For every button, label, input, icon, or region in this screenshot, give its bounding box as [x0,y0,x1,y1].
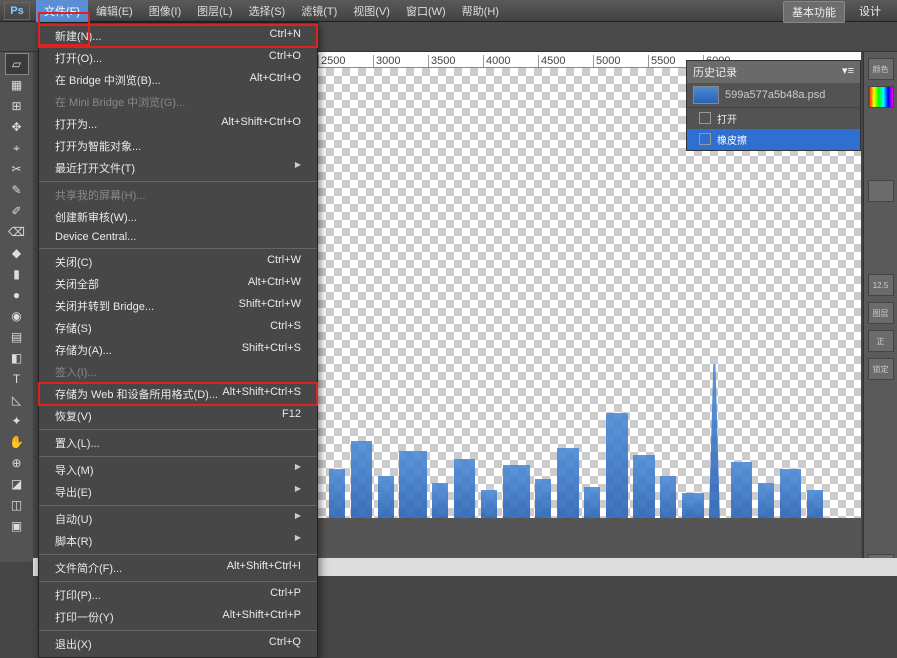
menuitem[interactable]: 存储为 Web 和设备所用格式(D)...Alt+Shift+Ctrl+S [39,383,317,405]
tool-crop[interactable]: ⌖ [6,138,28,158]
tool-path[interactable]: ◺ [6,390,28,410]
menu-filter[interactable]: 滤镜(T) [293,0,345,22]
skyline-image [318,378,861,518]
tool-history-brush[interactable]: ◆ [6,243,28,263]
menuitem[interactable]: 置入(L)... [39,432,317,454]
menuitem[interactable]: 打印(P)...Ctrl+P [39,584,317,606]
menuitem[interactable]: 最近打开文件(T) [39,157,317,179]
menu-edit[interactable]: 编辑(E) [88,0,141,22]
dock-normal[interactable]: 正 [868,330,894,352]
menu-select[interactable]: 选择(S) [241,0,294,22]
tool-zoom[interactable]: ⊕ [6,453,28,473]
menuitem[interactable]: 关闭并转到 Bridge...Shift+Ctrl+W [39,295,317,317]
history-header[interactable]: 历史记录 ▾≡ [687,61,860,83]
menuitem[interactable]: 存储为(A)...Shift+Ctrl+S [39,339,317,361]
dock-layers[interactable]: 图层 [868,302,894,324]
menuitem[interactable]: 自动(U) [39,508,317,530]
tool-marquee[interactable]: ▦ [6,75,28,95]
menu-help[interactable]: 帮助(H) [454,0,507,22]
tool-lasso[interactable]: ⊞ [6,96,28,116]
dock-zoom[interactable]: 12.5 [868,274,894,296]
tool-healing[interactable]: ✎ [6,180,28,200]
menuitem[interactable]: 导入(M) [39,459,317,481]
tool-stamp[interactable]: ⌫ [6,222,28,242]
menuitem[interactable]: 打开为...Alt+Shift+Ctrl+O [39,113,317,135]
tool-eraser[interactable]: ▮ [6,264,28,284]
tool-dodge[interactable]: ▤ [6,327,28,347]
dock-color[interactable]: 颜色 [868,58,894,80]
tool-type[interactable]: T [6,369,28,389]
tools-panel: ▱ ▦ ⊞ ✥ ⌖ ✂ ✎ ✐ ⌫ ◆ ▮ ● ◉ ▤ ◧ T ◺ ✦ ✋ ⊕ … [0,52,33,562]
menuitem[interactable]: 在 Bridge 中浏览(B)...Alt+Ctrl+O [39,69,317,91]
workspace-switcher: 基本功能 设计 [783,1,889,23]
menuitem[interactable]: 存储(S)Ctrl+S [39,317,317,339]
workspace-design[interactable]: 设计 [851,1,889,23]
menuitem[interactable]: 创建新审核(W)... [39,206,317,228]
history-title: 历史记录 [693,64,737,80]
tool-eyedropper[interactable]: ✂ [6,159,28,179]
workspace-basic[interactable]: 基本功能 [783,1,845,23]
menuitem[interactable]: 新建(N)...Ctrl+N [39,25,317,47]
menuitem[interactable]: 脚本(R) [39,530,317,552]
menuitem[interactable]: 关闭(C)Ctrl+W [39,251,317,273]
menuitem[interactable]: 打开为智能对象... [39,135,317,157]
history-step-open[interactable]: 打开 [687,108,860,129]
tool-shape[interactable]: ✦ [6,411,28,431]
file-menu-dropdown: 新建(N)...Ctrl+N打开(O)...Ctrl+O在 Bridge 中浏览… [38,22,318,658]
menuitem[interactable]: 签入(I)... [39,361,317,383]
tool-pen[interactable]: ◧ [6,348,28,368]
tool-blur[interactable]: ◉ [6,306,28,326]
tool-gradient[interactable]: ● [6,285,28,305]
menuitem[interactable]: 导出(E) [39,481,317,503]
menu-view[interactable]: 视图(V) [345,0,398,22]
tool-move[interactable]: ▱ [6,54,28,74]
menuitem[interactable]: 关闭全部Alt+Ctrl+W [39,273,317,295]
menu-image[interactable]: 图像(I) [141,0,189,22]
menuitem[interactable]: 打开(O)...Ctrl+O [39,47,317,69]
menuitem[interactable]: Device Central... [39,228,317,246]
tool-swatch-bg[interactable]: ◫ [6,495,28,515]
menuitem[interactable]: 共享我的屏幕(H)... [39,184,317,206]
menu-window[interactable]: 窗口(W) [398,0,454,22]
menu-layer[interactable]: 图层(L) [189,0,240,22]
menuitem[interactable]: 退出(X)Ctrl+Q [39,633,317,655]
tool-brush[interactable]: ✐ [6,201,28,221]
tool-quickmask[interactable]: ▣ [6,516,28,536]
menuitem[interactable]: 在 Mini Bridge 中浏览(G)... [39,91,317,113]
menu-file[interactable]: 文件(F) [36,0,88,22]
tool-hand[interactable]: ✋ [6,432,28,452]
history-step-eraser[interactable]: 橡皮擦 [687,129,860,150]
history-filename: 599a577a5b48a.psd [725,89,825,101]
history-source[interactable]: 599a577a5b48a.psd [687,83,860,108]
panel-menu-icon[interactable]: ▾≡ [842,64,854,80]
app-logo: Ps [4,2,30,20]
dock-navigator[interactable] [868,180,894,202]
menuitem[interactable]: 打印一份(Y)Alt+Shift+Ctrl+P [39,606,317,628]
menuitem[interactable]: 恢复(V)F12 [39,405,317,427]
menubar: Ps 文件(F) 编辑(E) 图像(I) 图层(L) 选择(S) 滤镜(T) 视… [0,0,897,22]
dock-swatches-icon[interactable] [868,86,894,108]
dock-lock[interactable]: 锁定 [868,358,894,380]
tool-wand[interactable]: ✥ [6,117,28,137]
history-thumb-icon [693,86,719,104]
history-panel: 历史记录 ▾≡ 599a577a5b48a.psd 打开 橡皮擦 [686,60,861,151]
right-dock: 颜色 12.5 图层 正 锁定 通道 [863,52,897,576]
tool-swatch-fg[interactable]: ◪ [6,474,28,494]
